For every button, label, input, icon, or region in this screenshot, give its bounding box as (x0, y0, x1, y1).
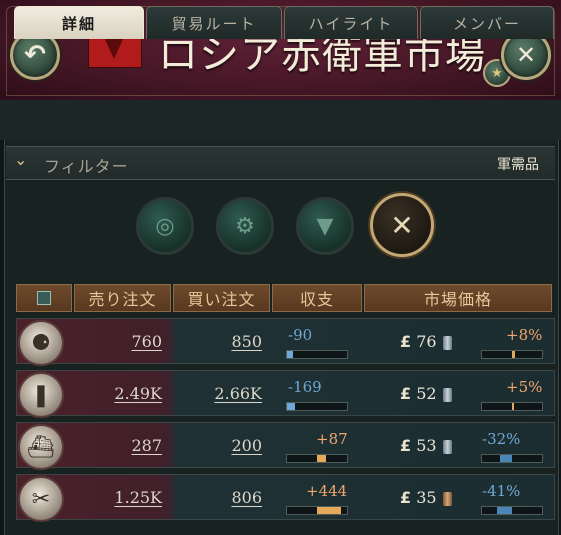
gem-icon: ▼ (316, 213, 334, 239)
market-price: £ 76 (400, 332, 452, 351)
sell-orders-value[interactable]: 287 (72, 436, 162, 455)
category-button-gem[interactable]: ▼ (296, 197, 354, 255)
barrel-icon: ◎ (155, 213, 175, 239)
pound-icon: £ (400, 488, 412, 507)
price-value: 35 (416, 488, 437, 507)
header-buy-orders[interactable]: 買い注文 (173, 284, 270, 312)
category-button-munitions[interactable]: ✕ (370, 193, 434, 257)
price-change-bar (481, 506, 543, 515)
tab-highlights[interactable]: ハイライト (284, 6, 418, 39)
silver-coin-icon (442, 387, 452, 402)
chevron-down-icon[interactable]: ⌄ (14, 150, 27, 169)
star-icon: ★ (491, 65, 503, 81)
silver-coin-icon (442, 439, 452, 454)
balance-bar (286, 350, 348, 359)
sell-orders-value[interactable]: 760 (72, 332, 162, 351)
price-change: +5% (506, 378, 543, 396)
header-market-price[interactable]: 市場価格 (364, 284, 552, 312)
tab-members[interactable]: メンバー (420, 6, 554, 39)
gold-coin-icon (442, 491, 452, 506)
buy-orders-value[interactable]: 806 (172, 488, 262, 507)
price-change-bar (481, 454, 543, 463)
balance-value: -169 (288, 378, 322, 396)
silver-coin-icon (442, 335, 452, 350)
filter-label[interactable]: フィルター (44, 153, 129, 177)
balance-value: +444 (306, 482, 348, 500)
back-icon: ↶ (24, 40, 46, 70)
market-price: £ 35 (400, 488, 452, 507)
tab-details[interactable]: 詳細 (14, 6, 144, 39)
sell-orders-value[interactable]: 1.25K (72, 488, 162, 507)
sell-orders-value[interactable]: 2.49K (72, 384, 162, 403)
balance-value: -90 (288, 326, 313, 344)
price-value: 52 (416, 384, 437, 403)
pound-icon: £ (400, 436, 412, 455)
balance-bar (286, 506, 348, 515)
balance-value: +87 (316, 430, 348, 448)
price-change-bar (481, 402, 543, 411)
category-button-gears[interactable]: ⚙ (216, 197, 274, 255)
warship-icon: ⛴ (18, 424, 64, 470)
crossed-rifles-icon: ✕ (390, 208, 414, 242)
gears-icon: ⚙ (235, 213, 255, 239)
price-change: -41% (482, 482, 521, 500)
tab-trade-routes[interactable]: 貿易ルート (146, 6, 282, 39)
rifle-icon: ✂ (18, 476, 64, 522)
buy-orders-value[interactable]: 850 (172, 332, 262, 351)
select-all-icon (37, 291, 51, 305)
market-price: £ 52 (400, 384, 452, 403)
header-sell-orders[interactable]: 売り注文 (74, 284, 171, 312)
tab-bar (0, 100, 561, 140)
buy-orders-value[interactable]: 2.66K (172, 384, 262, 403)
buy-orders-value[interactable]: 200 (172, 436, 262, 455)
price-change: +8% (506, 326, 543, 344)
category-button-barrel[interactable]: ◎ (136, 197, 194, 255)
price-value: 76 (416, 332, 437, 351)
ammunition-icon: ❚ (18, 372, 64, 418)
balance-bar (286, 454, 348, 463)
market-price: £ 53 (400, 436, 452, 455)
artillery-icon: ⚈ (18, 320, 64, 366)
price-change: -32% (482, 430, 521, 448)
category-label: 軍需品 (497, 157, 539, 173)
close-icon: ✕ (515, 41, 537, 69)
balance-bar (286, 402, 348, 411)
pound-icon: £ (400, 384, 412, 403)
price-value: 53 (416, 436, 437, 455)
header-balance[interactable]: 収支 (272, 284, 362, 312)
pound-icon: £ (400, 332, 412, 351)
price-change-bar (481, 350, 543, 359)
select-all-header[interactable] (16, 284, 72, 312)
